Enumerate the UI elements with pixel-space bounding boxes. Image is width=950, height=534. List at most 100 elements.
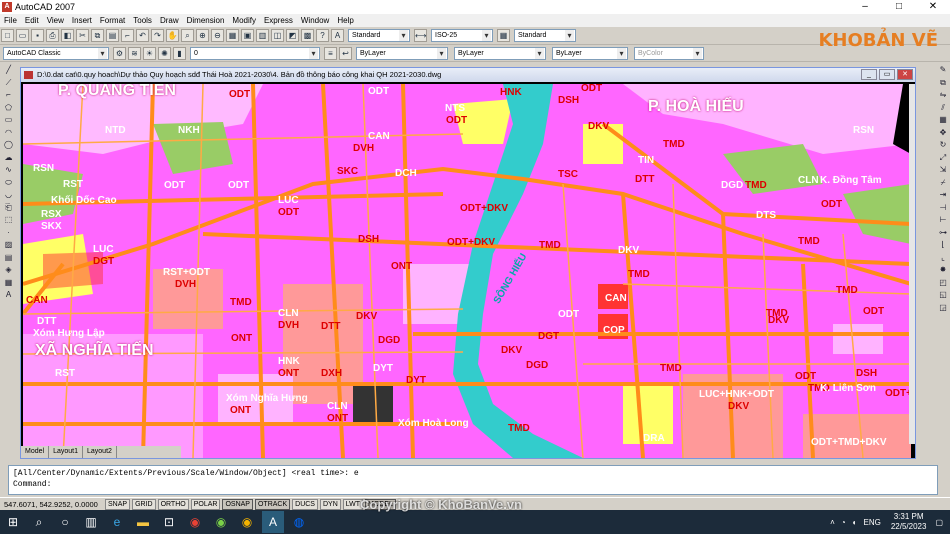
tab-model[interactable]: Model bbox=[21, 446, 50, 458]
app-green-icon[interactable]: ◉ bbox=[210, 511, 232, 533]
drawing-canvas[interactable]: P. QUANG TIẾN P. HOÀ HIẾU XÃ NGHĨA TIẾN … bbox=[23, 84, 911, 458]
command-line[interactable]: [All/Center/Dynamic/Extents/Previous/Sca… bbox=[8, 465, 938, 495]
system-clock[interactable]: 3:31 PM 22/5/2023 bbox=[891, 512, 927, 532]
dwg-minimize-button[interactable]: _ bbox=[861, 69, 877, 80]
trim-icon[interactable]: ⌿ bbox=[941, 177, 946, 190]
file-explorer-icon[interactable]: ▬ bbox=[132, 511, 154, 533]
menu-draw[interactable]: Draw bbox=[156, 14, 183, 27]
draworder-icon[interactable]: ◰ bbox=[939, 277, 947, 290]
notification-icon[interactable]: ▢ bbox=[935, 518, 943, 527]
ellipse-icon[interactable]: ⬭ bbox=[5, 177, 12, 190]
design-center-icon[interactable]: ▣ bbox=[241, 29, 254, 42]
windows-start-icon[interactable]: ⊞ bbox=[2, 511, 24, 533]
workspace-select[interactable]: AutoCAD Classic bbox=[3, 46, 109, 60]
zalo-icon[interactable]: ◍ bbox=[288, 511, 310, 533]
construction-line-icon[interactable]: ⟋ bbox=[6, 77, 12, 90]
fillet-icon[interactable]: ⌞ bbox=[941, 252, 945, 265]
dwg-close-button[interactable]: ✕ bbox=[897, 69, 913, 80]
undo-icon[interactable]: ↶ bbox=[136, 29, 149, 42]
open-icon[interactable]: ▭ bbox=[16, 29, 29, 42]
markup-icon[interactable]: ◩ bbox=[286, 29, 299, 42]
menu-insert[interactable]: Insert bbox=[68, 14, 96, 27]
chamfer-icon[interactable]: ⌊ bbox=[941, 239, 944, 252]
mirror-icon[interactable]: ⇋ bbox=[940, 89, 947, 102]
lineweight-select[interactable]: ByLayer bbox=[552, 46, 628, 60]
search-icon[interactable]: ⌕ bbox=[28, 511, 50, 533]
ducs-toggle[interactable]: DUCS bbox=[292, 498, 318, 510]
explode-icon[interactable]: ✸ bbox=[940, 264, 947, 277]
table-icon[interactable]: ▦ bbox=[5, 277, 13, 290]
arc-icon[interactable]: ◠ bbox=[5, 127, 12, 140]
layer-previous-icon[interactable]: ↩ bbox=[339, 46, 352, 60]
make-current-icon[interactable]: ≡ bbox=[324, 46, 337, 60]
rotate-icon[interactable]: ↻ bbox=[940, 139, 947, 152]
copy-object-icon[interactable]: ⧉ bbox=[940, 77, 946, 90]
menu-format[interactable]: Format bbox=[96, 14, 129, 27]
plotstyle-select[interactable]: ByColor bbox=[634, 46, 704, 60]
input-language[interactable]: ENG bbox=[864, 518, 881, 527]
offset-icon[interactable]: ⫽ bbox=[941, 102, 945, 115]
table-style-select[interactable]: Standard bbox=[514, 29, 576, 42]
properties-icon[interactable]: ▦ bbox=[226, 29, 239, 42]
join-icon[interactable]: ⊶ bbox=[939, 227, 947, 240]
preview-icon[interactable]: ◧ bbox=[61, 29, 74, 42]
save-icon[interactable]: ▪ bbox=[31, 29, 44, 42]
tray-arrow-icon[interactable]: ˄ bbox=[830, 518, 835, 527]
sheet-set-icon[interactable]: ◫ bbox=[271, 29, 284, 42]
erase-icon[interactable]: ✎ bbox=[940, 64, 947, 77]
viewport-icon[interactable]: ◲ bbox=[939, 302, 947, 315]
task-view-icon[interactable]: ▥ bbox=[80, 511, 102, 533]
make-block-icon[interactable]: ⬚ bbox=[5, 214, 13, 227]
extend-icon[interactable]: ⇥ bbox=[940, 189, 947, 202]
zoom-previous-icon[interactable]: ⊖ bbox=[211, 29, 224, 42]
color-select[interactable]: ByLayer bbox=[356, 46, 448, 60]
region-icon[interactable]: ◈ bbox=[5, 264, 11, 277]
tab-layout2[interactable]: Layout2 bbox=[83, 446, 117, 458]
paste-icon[interactable]: ▤ bbox=[106, 29, 119, 42]
spline-icon[interactable]: ∿ bbox=[5, 164, 12, 177]
tool-palettes-icon[interactable]: ▥ bbox=[256, 29, 269, 42]
line-icon[interactable]: ╱ bbox=[6, 64, 11, 77]
array-icon[interactable]: ▦ bbox=[939, 114, 947, 127]
maximize-button[interactable]: □ bbox=[882, 0, 916, 14]
menu-modify[interactable]: Modify bbox=[228, 14, 260, 27]
sun-icon[interactable]: ✺ bbox=[158, 46, 171, 60]
chrome-icon[interactable]: ◉ bbox=[184, 511, 206, 533]
layout-icon[interactable]: ◱ bbox=[939, 289, 947, 302]
new-icon[interactable]: □ bbox=[1, 29, 14, 42]
workspace-settings-icon[interactable]: ⚙ bbox=[113, 46, 126, 60]
menu-edit[interactable]: Edit bbox=[21, 14, 43, 27]
menu-express[interactable]: Express bbox=[260, 14, 297, 27]
insert-block-icon[interactable]: ⎗ bbox=[5, 202, 11, 215]
match-prop-icon[interactable]: ⌐ bbox=[121, 29, 134, 42]
lock-icon[interactable]: ▮ bbox=[173, 46, 186, 60]
circle-icon[interactable]: ◯ bbox=[4, 139, 13, 152]
redo-icon[interactable]: ↷ bbox=[151, 29, 164, 42]
revcloud-icon[interactable]: ☁ bbox=[5, 152, 13, 165]
close-button[interactable]: ✕ bbox=[916, 0, 950, 14]
cortana-icon[interactable]: ○ bbox=[54, 511, 76, 533]
menu-tools[interactable]: Tools bbox=[129, 14, 156, 27]
menu-help[interactable]: Help bbox=[333, 14, 357, 27]
minimize-button[interactable]: – bbox=[848, 0, 882, 14]
menu-view[interactable]: View bbox=[43, 14, 68, 27]
polar-toggle[interactable]: POLAR bbox=[190, 498, 221, 510]
dyn-toggle[interactable]: DYN bbox=[319, 498, 341, 510]
ellipse-arc-icon[interactable]: ◡ bbox=[5, 189, 12, 202]
hatch-icon[interactable]: ▨ bbox=[5, 239, 13, 252]
help-icon[interactable]: ? bbox=[316, 29, 329, 42]
tray-volume-icon[interactable]: ◖ bbox=[852, 518, 857, 527]
mtext-icon[interactable]: A bbox=[6, 289, 11, 302]
scale-icon[interactable]: ⤢ bbox=[940, 152, 946, 165]
osnap-toggle[interactable]: OSNAP bbox=[222, 498, 253, 510]
cut-icon[interactable]: ✂ bbox=[76, 29, 89, 42]
dim-style-select[interactable]: ISO-25 bbox=[431, 29, 493, 42]
menu-dimension[interactable]: Dimension bbox=[183, 14, 229, 27]
point-icon[interactable]: · bbox=[7, 227, 10, 240]
break-icon[interactable]: ⊢ bbox=[940, 214, 947, 227]
move-icon[interactable]: ✥ bbox=[940, 127, 947, 140]
text-style-select[interactable]: Standard bbox=[348, 29, 410, 42]
tab-layout1[interactable]: Layout1 bbox=[49, 446, 83, 458]
polyline-icon[interactable]: ⌐ bbox=[6, 89, 11, 102]
stretch-icon[interactable]: ⇲ bbox=[940, 164, 947, 177]
